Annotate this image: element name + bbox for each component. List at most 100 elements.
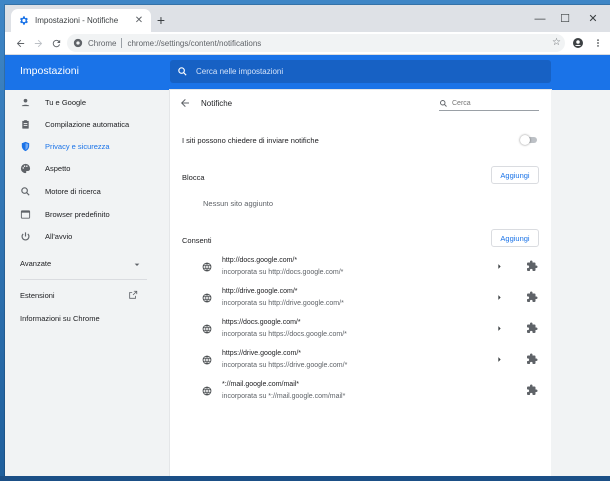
ask-toggle[interactable] (520, 135, 538, 145)
block-add-button[interactable]: Aggiungi (491, 166, 539, 184)
settings-body: Tu e Google Compilazione automatica Priv… (5, 90, 610, 476)
site-origin: https://drive.google.com/* (222, 350, 301, 357)
ask-toggle-label: I siti possono chiedere di inviare notif… (182, 136, 319, 145)
browser-toolbar: Chrome chrome://settings/content/notific… (5, 32, 610, 55)
block-empty-text: Nessun sito aggiunto (203, 199, 274, 208)
palette-icon (20, 163, 31, 174)
bookmark-star-icon[interactable]: ☆ (552, 37, 561, 48)
open-in-new-icon[interactable] (128, 290, 138, 300)
person-icon (20, 97, 31, 108)
chevron-right-icon[interactable] (494, 292, 504, 302)
site-embedded: incorporata su http://drive.google.com/* (222, 300, 344, 307)
browser-window: Impostazioni - Notifiche ✕ + — ☐ ✕ Chrom… (5, 5, 610, 476)
site-origin: *://mail.google.com/mail* (222, 381, 300, 388)
arrow-left-icon (16, 39, 24, 47)
back-arrow-icon[interactable] (179, 97, 191, 109)
page-title: Impostazioni (20, 65, 79, 77)
sidebar-item-appearance[interactable]: Aspetto (5, 157, 150, 179)
card-title: Notifiche (201, 99, 233, 108)
site-embedded: incorporata su https://drive.google.com/… (222, 362, 348, 369)
globe-icon (202, 355, 212, 365)
chevron-right-icon[interactable] (494, 354, 504, 364)
card-header: Notifiche (170, 90, 551, 116)
sidebar-item-you-and-google[interactable]: Tu e Google (5, 91, 150, 113)
allowed-site-row[interactable]: http://drive.google.com/* incorporata su … (170, 285, 551, 316)
taskbar (0, 476, 610, 481)
site-embedded: incorporata su *://mail.google.com/mail* (222, 393, 346, 400)
chrome-icon (73, 38, 83, 48)
sidebar-item-autofill[interactable]: Compilazione automatica (5, 113, 150, 135)
sidebar-item-default-browser[interactable]: Browser predefinito (5, 203, 150, 225)
browser-icon (20, 209, 31, 220)
sidebar-item-extensions[interactable]: Estensioni (20, 291, 55, 300)
back-button[interactable] (11, 34, 29, 52)
sidebar-item-label: Aspetto (45, 163, 71, 173)
sidebar-item-about[interactable]: Informazioni su Chrome (20, 314, 100, 323)
settings-search[interactable] (170, 60, 551, 83)
globe-icon (202, 293, 212, 303)
maximize-button[interactable]: ☐ (550, 5, 580, 32)
site-label: Chrome (88, 38, 117, 48)
arrow-right-icon (34, 39, 42, 47)
tab-settings[interactable]: Impostazioni - Notifiche ✕ (11, 9, 151, 32)
sidebar-item-on-startup[interactable]: All'avvio (5, 225, 150, 247)
extension-icon[interactable] (526, 291, 538, 303)
allow-add-button[interactable]: Aggiungi (491, 229, 539, 247)
extension-icon[interactable] (526, 353, 538, 365)
divider (121, 38, 123, 48)
profile-button[interactable] (569, 34, 587, 52)
account-icon (573, 38, 583, 48)
card-search-input[interactable] (452, 99, 532, 107)
allowed-site-row[interactable]: https://docs.google.com/* incorporata su … (170, 316, 551, 347)
forward-button[interactable] (29, 34, 47, 52)
sidebar-item-label: Motore di ricerca (45, 186, 101, 196)
sidebar-item-label: All'avvio (45, 231, 73, 241)
search-icon (440, 99, 447, 107)
sidebar-item-label: Privacy e sicurezza (45, 141, 110, 151)
search-input[interactable] (196, 67, 526, 76)
globe-icon (202, 386, 212, 396)
extension-icon[interactable] (526, 322, 538, 334)
url-text: chrome://settings/content/notifications (127, 38, 262, 48)
search-icon (20, 186, 31, 197)
extension-icon[interactable] (526, 260, 538, 272)
sidebar-item-label: Tu e Google (45, 97, 86, 107)
site-origin: http://docs.google.com/* (222, 257, 298, 264)
allowed-site-row[interactable]: https://drive.google.com/* incorporata su… (170, 347, 551, 378)
sidebar: Tu e Google Compilazione automatica Priv… (5, 90, 150, 476)
globe-icon (202, 262, 212, 272)
site-embedded: incorporata su http://docs.google.com/* (222, 269, 344, 276)
tab-close-icon[interactable]: ✕ (133, 15, 145, 26)
sidebar-item-privacy[interactable]: Privacy e sicurezza (5, 135, 150, 157)
allowed-site-row[interactable]: *://mail.google.com/mail* incorporata su … (170, 378, 551, 409)
close-window-button[interactable]: ✕ (578, 5, 608, 32)
allow-section-label: Consenti (182, 236, 212, 245)
power-icon (20, 231, 31, 242)
settings-header: Impostazioni (5, 55, 610, 90)
shield-icon (20, 141, 31, 152)
notifications-card: Notifiche I siti possono chiedere di inv… (170, 90, 551, 476)
sidebar-item-label: Compilazione automatica (45, 119, 130, 129)
chevron-down-icon[interactable] (133, 261, 141, 269)
new-tab-button[interactable]: + (152, 11, 170, 29)
sidebar-item-advanced[interactable]: Avanzate (20, 259, 51, 268)
extension-icon[interactable] (526, 384, 538, 396)
gear-icon (17, 15, 29, 27)
sidebar-item-search-engine[interactable]: Motore di ricerca (5, 180, 150, 202)
site-origin: http://drive.google.com/* (222, 288, 298, 295)
title-bar: Impostazioni - Notifiche ✕ + — ☐ ✕ (5, 5, 610, 32)
toggle-knob (520, 135, 530, 145)
card-search[interactable] (439, 96, 539, 111)
address-bar[interactable]: Chrome chrome://settings/content/notific… (67, 34, 565, 52)
sidebar-divider (20, 279, 147, 280)
more-vert-icon (597, 39, 599, 47)
tab-title: Impostazioni - Notifiche (35, 16, 119, 25)
chevron-right-icon[interactable] (494, 261, 504, 271)
right-pane (551, 90, 610, 476)
block-section-label: Blocca (182, 173, 205, 182)
sidebar-item-label: Browser predefinito (45, 209, 110, 219)
chevron-right-icon[interactable] (494, 323, 504, 333)
allowed-site-row[interactable]: http://docs.google.com/* incorporata su h… (170, 254, 551, 285)
menu-button[interactable] (589, 34, 607, 52)
reload-button[interactable] (47, 34, 65, 52)
